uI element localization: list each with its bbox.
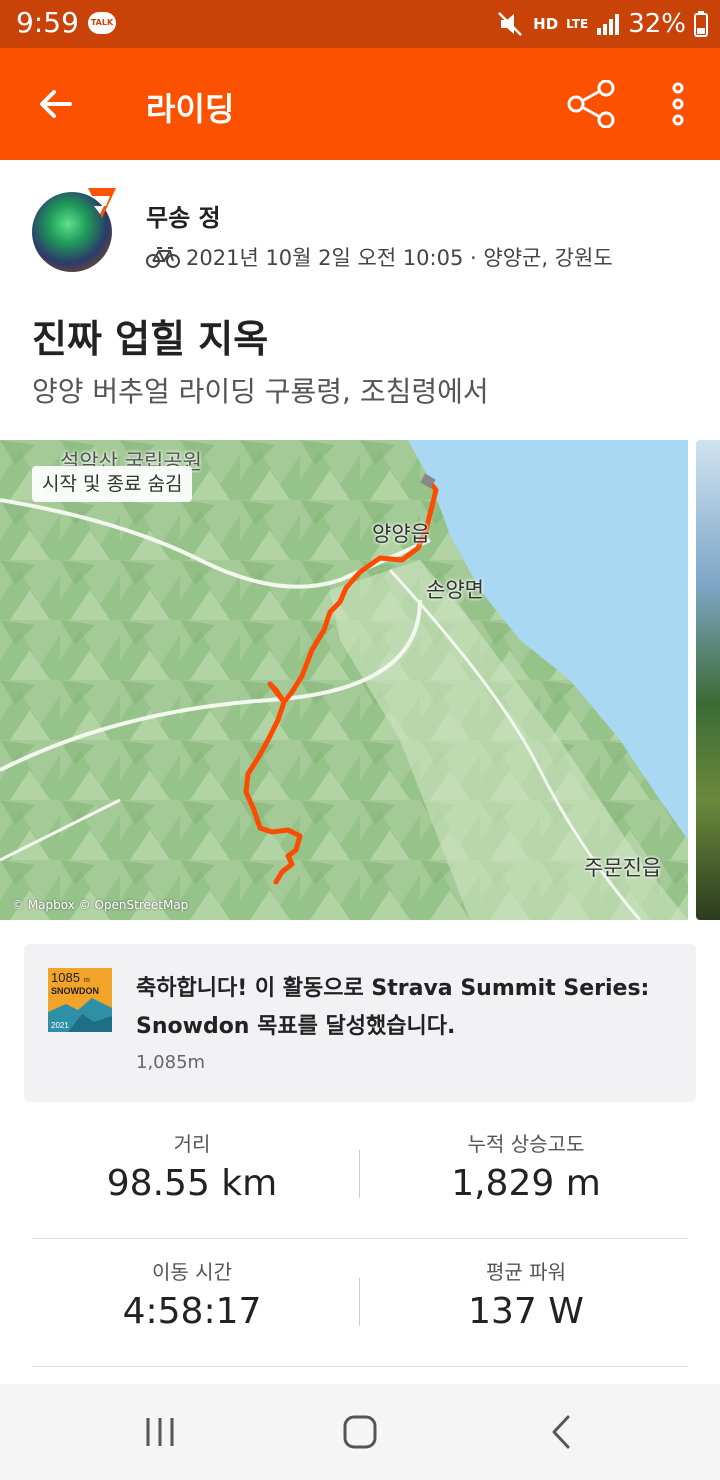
stat-label: 거리 xyxy=(173,1132,211,1156)
bike-icon xyxy=(146,247,180,268)
activity-description: 양양 버추얼 라이딩 구룡령, 조침령에서 xyxy=(32,375,489,408)
status-time: 9:59 xyxy=(16,6,79,39)
page-title: 라이딩 xyxy=(146,90,235,128)
hd-voice-icon: HD xyxy=(533,15,559,33)
badge-unit: m xyxy=(84,977,90,984)
talk-notification-icon: TALK xyxy=(88,12,116,34)
achievement-text: 축하합니다! 이 활동으로 Strava Summit Series: Snow… xyxy=(136,976,650,1039)
battery-percent: 32% xyxy=(628,9,686,39)
status-indicators: HD LTE 32% xyxy=(497,8,708,40)
activity-date-location: 2021년 10월 2일 오전 10:05 · 양양군, 강원도 xyxy=(186,246,613,270)
hide-start-end-chip[interactable]: 시작 및 종료 숨김 xyxy=(32,466,193,502)
stat-divider xyxy=(359,1278,360,1326)
arrow-left-icon[interactable] xyxy=(36,84,76,124)
lte-icon: LTE xyxy=(566,17,589,31)
mute-icon xyxy=(498,12,523,36)
map-label-town: 양양읍 xyxy=(372,522,430,546)
stat-value: 137 W xyxy=(468,1291,584,1332)
stat-distance: 거리 98.55 km xyxy=(28,1128,356,1204)
stat-label: 누적 상승고도 xyxy=(467,1132,585,1156)
activity-title: 진짜 업힐 지옥 xyxy=(32,317,269,361)
stat-label: 평균 파워 xyxy=(486,1260,566,1284)
stat-row-divider xyxy=(32,1238,688,1239)
home-icon[interactable] xyxy=(340,1412,380,1452)
achievement-card[interactable]: 1085 m SNOWDON 2021 축하합니다! 이 활동으로 Strava… xyxy=(24,944,696,1102)
stat-value: 98.55 km xyxy=(106,1163,278,1204)
map-canvas xyxy=(0,440,688,920)
photo-peek[interactable] xyxy=(696,440,720,920)
athlete-name[interactable]: 무송 정 xyxy=(146,198,221,233)
snowdon-badge-icon: 1085 m SNOWDON 2021 xyxy=(48,968,112,1032)
strava-chevron-icon xyxy=(88,188,116,218)
badge-year: 2021 xyxy=(51,1021,69,1030)
activity-meta: 2021년 10월 2일 오전 10:05 · 양양군, 강원도 xyxy=(146,242,613,272)
stat-divider xyxy=(359,1150,360,1198)
stat-label: 이동 시간 xyxy=(152,1260,232,1284)
share-icon[interactable] xyxy=(566,80,618,128)
badge-name: SNOWDON xyxy=(51,986,99,996)
stat-avg-power: 평균 파워 137 W xyxy=(362,1256,690,1332)
battery-icon xyxy=(694,11,708,37)
signal-icon xyxy=(597,14,620,35)
stat-row-divider xyxy=(32,1366,688,1367)
system-nav-bar xyxy=(0,1384,720,1480)
app-bar: 라이딩 xyxy=(0,48,720,160)
map-label-town: 손양면 xyxy=(426,578,484,602)
achievement-elevation: 1,085m xyxy=(136,1052,206,1073)
badge-elevation: 1085 xyxy=(51,970,80,985)
status-bar: 9:59 TALK HD LTE 32% xyxy=(0,0,720,48)
stat-value: 1,829 m xyxy=(451,1163,601,1204)
stat-moving-time: 이동 시간 4:58:17 xyxy=(28,1256,356,1332)
recents-icon[interactable] xyxy=(140,1412,180,1452)
route-map[interactable] xyxy=(0,440,688,920)
map-label-town: 주문진읍 xyxy=(584,856,662,880)
stat-value: 4:58:17 xyxy=(122,1291,262,1332)
back-chevron-icon[interactable] xyxy=(542,1412,582,1452)
stat-elevation-gain: 누적 상승고도 1,829 m xyxy=(362,1128,690,1204)
more-vertical-icon[interactable] xyxy=(664,80,692,128)
map-attribution[interactable]: © Mapbox © OpenStreetMap xyxy=(12,898,188,912)
